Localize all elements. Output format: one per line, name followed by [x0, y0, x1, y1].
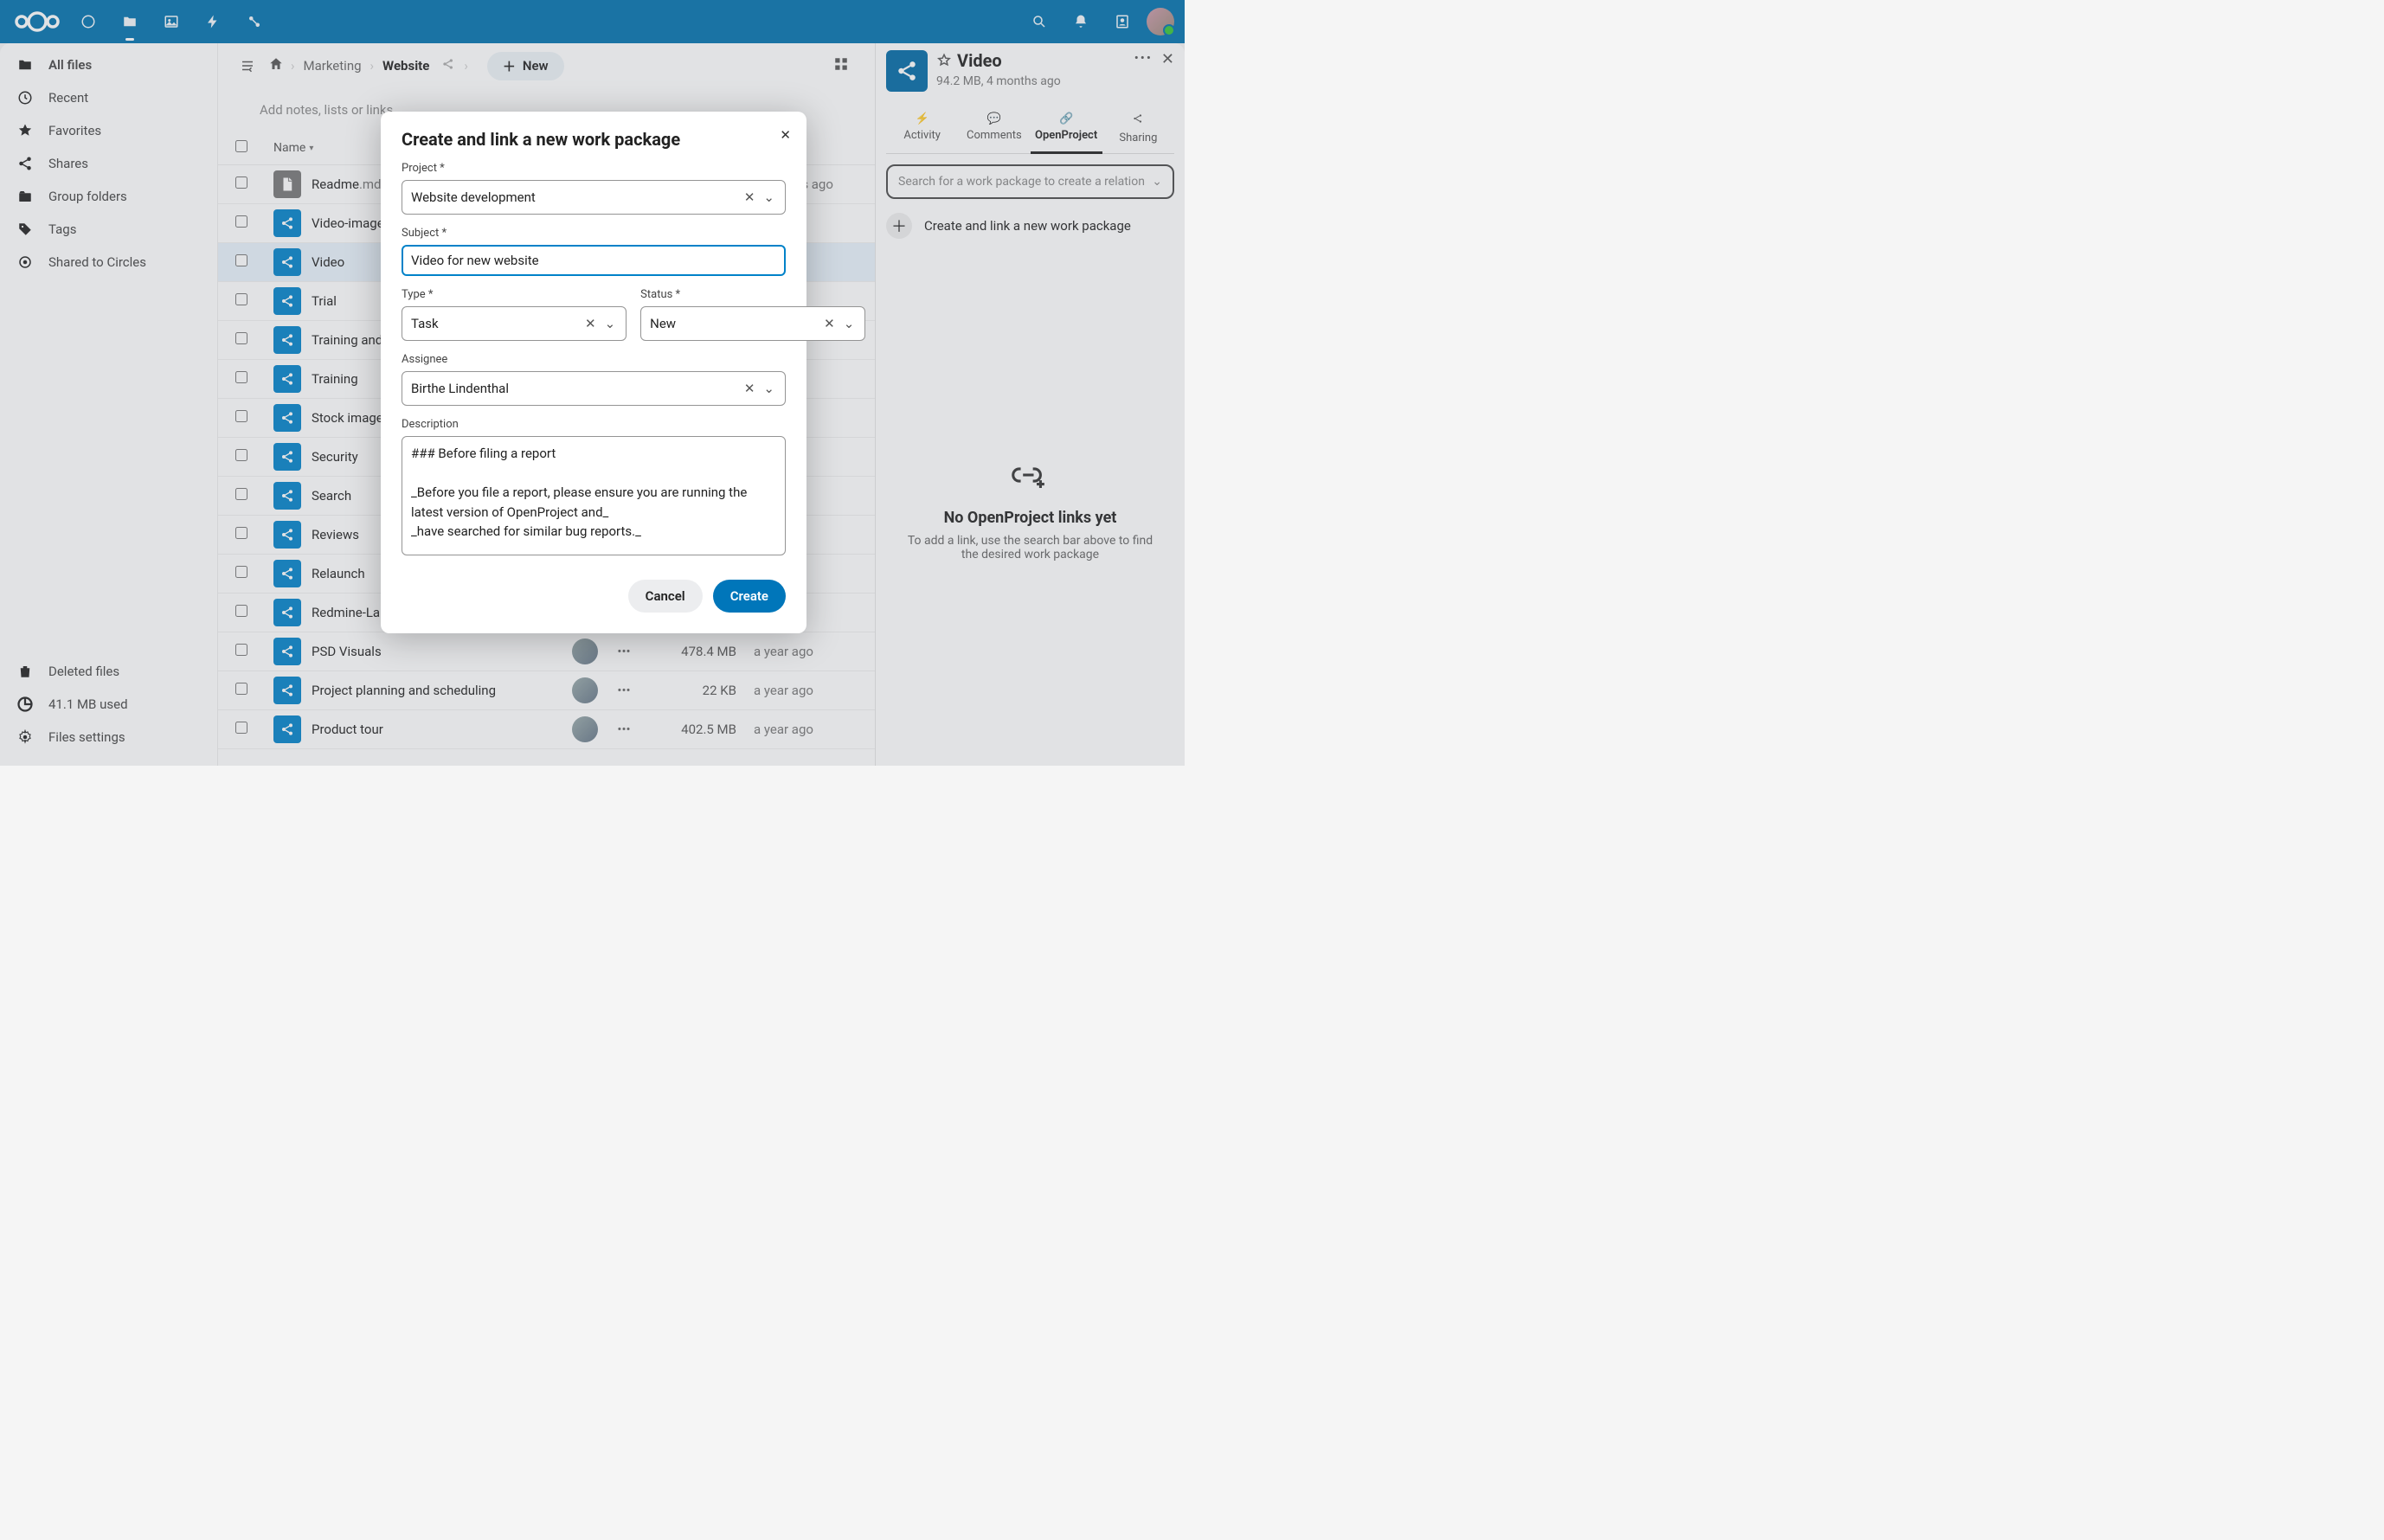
create-button[interactable]: Create — [713, 580, 786, 613]
clear-icon[interactable]: ✕ — [822, 314, 837, 333]
create-wp-modal: ✕ Create and link a new work package Pro… — [381, 112, 806, 633]
assignee-select[interactable]: ✕ ⌄ — [402, 371, 786, 406]
assignee-input[interactable] — [411, 381, 742, 396]
clear-icon[interactable]: ✕ — [583, 314, 598, 333]
type-select[interactable]: ✕ ⌄ — [402, 306, 627, 341]
chevron-down-icon[interactable]: ⌄ — [761, 379, 776, 398]
subject-input[interactable] — [411, 253, 776, 268]
clear-icon[interactable]: ✕ — [742, 188, 757, 207]
label-status: Status * — [640, 288, 865, 301]
status-select[interactable]: ✕ ⌄ — [640, 306, 865, 341]
clear-icon[interactable]: ✕ — [742, 379, 757, 398]
chevron-down-icon[interactable]: ⌄ — [842, 314, 857, 333]
label-type: Type * — [402, 288, 627, 301]
cancel-button[interactable]: Cancel — [628, 580, 703, 613]
description-field[interactable] — [402, 436, 786, 555]
label-project: Project * — [402, 162, 786, 175]
chevron-down-icon[interactable]: ⌄ — [603, 314, 618, 333]
type-input[interactable] — [411, 316, 583, 331]
label-subject: Subject * — [402, 227, 786, 240]
label-assignee: Assignee — [402, 353, 786, 366]
chevron-down-icon[interactable]: ⌄ — [761, 188, 776, 207]
close-icon[interactable]: ✕ — [776, 124, 794, 146]
modal-title: Create and link a new work package — [402, 129, 786, 150]
subject-field[interactable] — [402, 245, 786, 276]
project-select[interactable]: ✕ ⌄ — [402, 180, 786, 215]
description-textarea[interactable] — [411, 444, 776, 548]
project-input[interactable] — [411, 189, 742, 205]
status-input[interactable] — [650, 316, 822, 331]
label-description: Description — [402, 418, 786, 431]
